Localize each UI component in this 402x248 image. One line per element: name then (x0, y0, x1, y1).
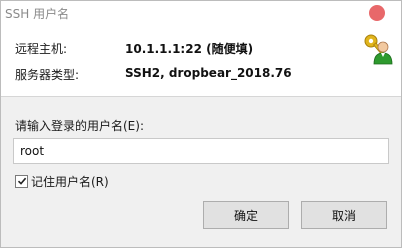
remember-username-row[interactable]: 记住用户名(R) (15, 173, 109, 189)
username-prompt: 请输入登录的用户名(E): (15, 119, 144, 133)
server-type-value: SSH2, dropbear_2018.76 (125, 66, 292, 80)
host-value: 10.1.1.1:22 (随便填) (125, 42, 254, 56)
close-icon[interactable] (369, 5, 385, 21)
window-title: SSH 用户名 (5, 7, 70, 21)
host-label: 远程主机: (15, 42, 68, 56)
title-bar[interactable]: SSH 用户名 (1, 1, 401, 25)
info-panel: 远程主机: 10.1.1.1:22 (随便填) 服务器类型: SSH2, dro… (1, 25, 401, 95)
server-type-label: 服务器类型: (15, 68, 80, 82)
remember-username-label[interactable]: 记住用户名(R) (31, 173, 109, 190)
ssh-username-dialog: SSH 用户名 远程主机: 10.1.1.1:22 (随便填) 服务器类型: S… (0, 0, 402, 248)
cancel-button[interactable]: 取消 (301, 201, 387, 229)
checkmark-icon (17, 177, 26, 185)
remember-username-checkbox[interactable] (15, 174, 28, 188)
login-form-panel: 请输入登录的用户名(E): 记住用户名(R) 确定 取消 (1, 97, 401, 247)
ok-button[interactable]: 确定 (203, 201, 289, 229)
username-input[interactable] (13, 138, 389, 164)
user-key-icon (364, 34, 393, 65)
